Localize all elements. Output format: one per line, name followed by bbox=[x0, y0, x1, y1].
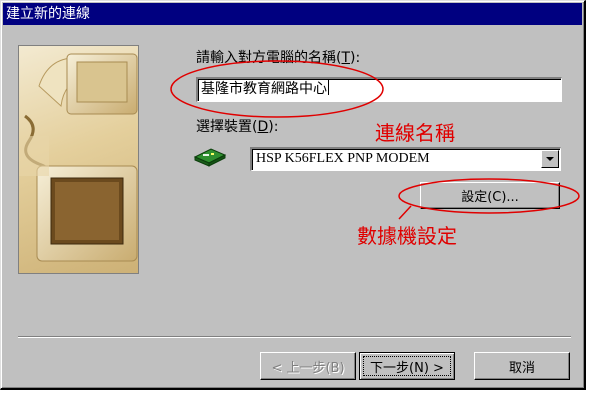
settings-pointer-line bbox=[398, 205, 412, 220]
connection-name-highlight bbox=[170, 60, 384, 118]
connection-name-annotation: 連線名稱 bbox=[375, 121, 455, 145]
annotation-overlay bbox=[170, 60, 580, 220]
modem-settings-annotation: 數據機設定 bbox=[357, 224, 457, 248]
new-connection-dialog: 建立新的連線 請輸入對方電腦的名稱(T): 基隆市教育網路中心 選擇裝置(D):… bbox=[0, 0, 586, 390]
settings-button-highlight bbox=[398, 178, 580, 214]
